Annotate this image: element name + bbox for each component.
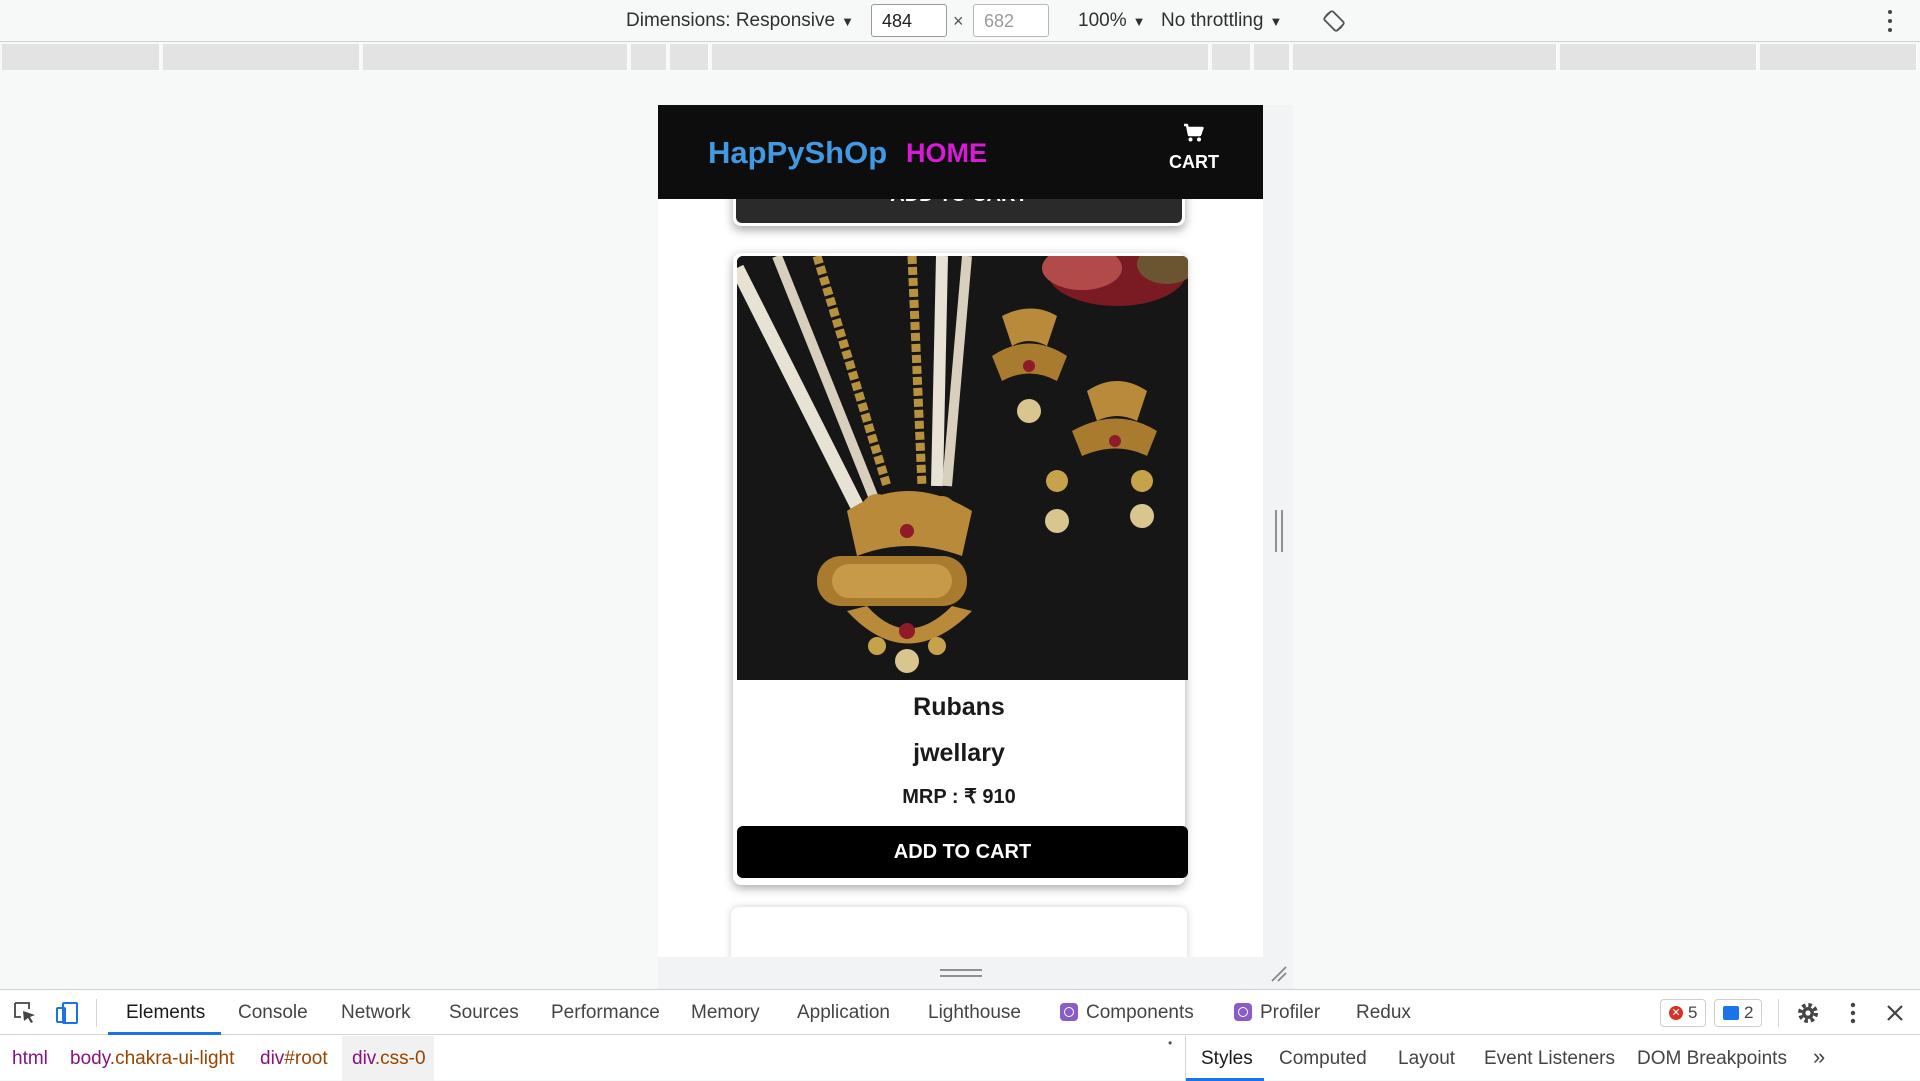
resize-handle-bottom[interactable] xyxy=(940,969,982,977)
throttling-dropdown[interactable]: No throttling ▼ xyxy=(1161,10,1282,32)
device-toggle-icon[interactable] xyxy=(54,1000,80,1026)
tab-layout[interactable]: Layout xyxy=(1398,1048,1455,1070)
tab-network[interactable]: Network xyxy=(341,1002,411,1024)
tab-styles[interactable]: Styles xyxy=(1201,1048,1253,1070)
splitter-icon[interactable]: • xyxy=(1168,1036,1172,1050)
cart-icon xyxy=(1184,123,1204,142)
product-card xyxy=(731,907,1187,957)
breadcrumb-css-tag: div xyxy=(352,1048,375,1069)
brand-logo[interactable]: HapPyShOp xyxy=(708,135,887,171)
breadcrumb-root[interactable]: div#root xyxy=(260,1048,328,1070)
tab-components-label: Components xyxy=(1086,1002,1194,1023)
breadcrumb-root-id: #root xyxy=(284,1048,328,1069)
dimensions-dropdown[interactable]: Dimensions: Responsive ▼ xyxy=(626,10,854,32)
breadcrumb-css-0[interactable]: div.css-0 xyxy=(352,1048,426,1070)
breadcrumb-html[interactable]: html xyxy=(12,1048,48,1070)
message-count: 2 xyxy=(1744,1003,1754,1022)
tab-dom-breakpoints[interactable]: DOM Breakpoints xyxy=(1637,1048,1787,1070)
jewellery-image xyxy=(737,256,1188,680)
tab-sources[interactable]: Sources xyxy=(449,1002,519,1024)
message-icon xyxy=(1723,1006,1739,1020)
add-to-cart-button[interactable]: ADD TO CART xyxy=(737,826,1188,878)
close-icon[interactable] xyxy=(1882,1000,1908,1026)
cart-label: CART xyxy=(1169,152,1219,172)
rotate-icon[interactable] xyxy=(1322,9,1346,33)
more-tabs-icon[interactable]: » xyxy=(1813,1044,1825,1070)
resize-handle-right[interactable] xyxy=(1275,510,1283,552)
media-query-segment[interactable] xyxy=(1293,44,1558,70)
height-input[interactable]: 682 xyxy=(973,4,1049,37)
nav-cart-link[interactable]: CART xyxy=(1166,123,1222,173)
tab-elements[interactable]: Elements xyxy=(126,1002,205,1024)
tab-profiler[interactable]: Profiler xyxy=(1234,1002,1320,1024)
more-options-icon[interactable] xyxy=(1886,8,1894,34)
breadcrumb: html body.chakra-ui-light div#root div.c… xyxy=(0,1036,1185,1081)
media-query-segment[interactable] xyxy=(1254,44,1291,70)
media-query-segment[interactable] xyxy=(712,44,1210,70)
tab-profiler-label: Profiler xyxy=(1260,1002,1321,1023)
error-count: 5 xyxy=(1688,1003,1698,1022)
media-query-segment[interactable] xyxy=(1212,44,1252,70)
nav-home-link[interactable]: HOME xyxy=(906,138,987,169)
media-query-segment[interactable] xyxy=(670,44,710,70)
chevron-down-icon: ▼ xyxy=(1132,13,1146,29)
active-tab-indicator xyxy=(108,1032,221,1035)
devtools-panel: Elements Console Network Sources Perform… xyxy=(0,989,1920,1081)
error-count-badge[interactable]: ✕ 5 xyxy=(1660,999,1707,1027)
message-count-badge[interactable]: 2 xyxy=(1714,999,1763,1027)
styles-tabbar: Styles Computed Layout Event Listeners D… xyxy=(1185,1036,1920,1081)
inspect-element-icon[interactable] xyxy=(12,1000,38,1026)
breadcrumb-body-class: .chakra-ui-light xyxy=(109,1048,235,1069)
media-query-segment[interactable] xyxy=(631,44,668,70)
devtools-tabbar: Elements Console Network Sources Perform… xyxy=(0,990,1920,1035)
product-image[interactable] xyxy=(737,256,1188,680)
dimensions-label: Dimensions: Responsive xyxy=(626,10,836,31)
react-icon xyxy=(1060,1003,1078,1021)
chevron-down-icon: ▼ xyxy=(841,13,854,29)
tab-memory[interactable]: Memory xyxy=(691,1002,760,1024)
resize-corner-icon[interactable] xyxy=(1268,963,1288,983)
tab-application[interactable]: Application xyxy=(797,1002,890,1024)
tab-lighthouse[interactable]: Lighthouse xyxy=(928,1002,1021,1024)
device-viewport: ADD TO CART HapPyShOp HOME CART xyxy=(658,105,1263,957)
tab-components[interactable]: Components xyxy=(1060,1002,1194,1024)
width-input[interactable]: 484 xyxy=(871,4,947,37)
zoom-label: 100% xyxy=(1078,10,1127,31)
times-symbol: × xyxy=(953,11,964,31)
media-query-segment[interactable] xyxy=(1560,44,1758,70)
media-query-segment[interactable] xyxy=(363,44,629,70)
chevron-down-icon: ▼ xyxy=(1269,13,1283,29)
app-navbar: HapPyShOp HOME CART xyxy=(658,105,1263,199)
tab-performance[interactable]: Performance xyxy=(551,1002,660,1024)
breadcrumb-body-tag: body xyxy=(70,1048,110,1069)
zoom-dropdown[interactable]: 100% ▼ xyxy=(1078,10,1145,32)
breadcrumb-root-tag: div xyxy=(260,1048,285,1069)
product-price: MRP : ₹ 910 xyxy=(902,786,1016,808)
throttling-label: No throttling xyxy=(1161,10,1264,31)
error-icon: ✕ xyxy=(1669,1006,1683,1020)
more-options-icon[interactable] xyxy=(1840,1000,1866,1026)
product-category: jwellary xyxy=(913,739,1005,767)
tab-redux[interactable]: Redux xyxy=(1356,1002,1411,1024)
product-title: Rubans xyxy=(913,693,1005,721)
media-query-segment[interactable] xyxy=(1760,44,1918,70)
tab-event-listeners[interactable]: Event Listeners xyxy=(1484,1048,1615,1070)
breadcrumb-css-class: .css-0 xyxy=(374,1048,426,1069)
tab-console[interactable]: Console xyxy=(238,1002,308,1024)
media-query-bar xyxy=(0,44,1920,70)
breadcrumb-body[interactable]: body.chakra-ui-light xyxy=(70,1048,234,1070)
gear-icon[interactable] xyxy=(1795,1000,1821,1026)
media-query-segment[interactable] xyxy=(2,44,161,70)
product-card: Rubans jwellary MRP : ₹ 910 ADD TO CART xyxy=(733,253,1188,885)
device-toolbar: Dimensions: Responsive ▼ 484 × 682 100% … xyxy=(0,0,1920,42)
media-query-segment[interactable] xyxy=(163,44,361,70)
tab-computed[interactable]: Computed xyxy=(1279,1048,1367,1070)
react-icon xyxy=(1234,1003,1252,1021)
